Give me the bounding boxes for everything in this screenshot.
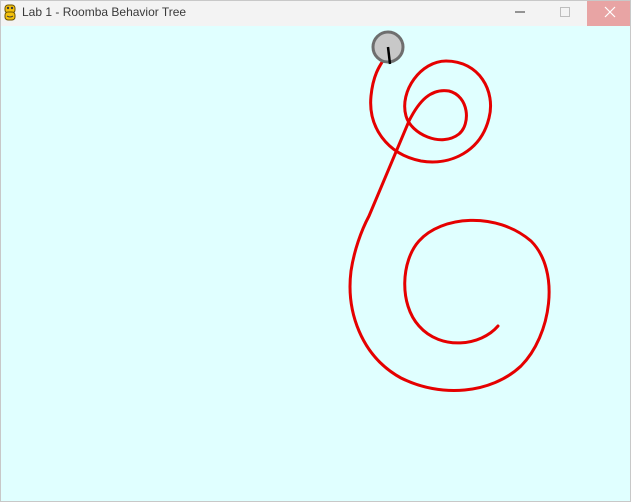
roomba-robot bbox=[371, 30, 405, 65]
window-title: Lab 1 - Roomba Behavior Tree bbox=[22, 5, 187, 19]
minimize-icon bbox=[514, 5, 526, 23]
close-button[interactable] bbox=[587, 1, 630, 26]
python-snake-icon bbox=[2, 4, 18, 22]
roomba-trajectory bbox=[348, 56, 551, 392]
app-window: Lab 1 - Roomba Behavior Tree bbox=[0, 0, 631, 502]
simulation-canvas[interactable] bbox=[1, 26, 630, 501]
close-icon bbox=[604, 5, 616, 23]
title-bar[interactable]: Lab 1 - Roomba Behavior Tree bbox=[1, 1, 630, 26]
minimize-button[interactable] bbox=[497, 1, 542, 26]
maximize-icon bbox=[559, 5, 571, 23]
simulation-drawing bbox=[348, 30, 551, 392]
maximize-button[interactable] bbox=[542, 1, 587, 26]
